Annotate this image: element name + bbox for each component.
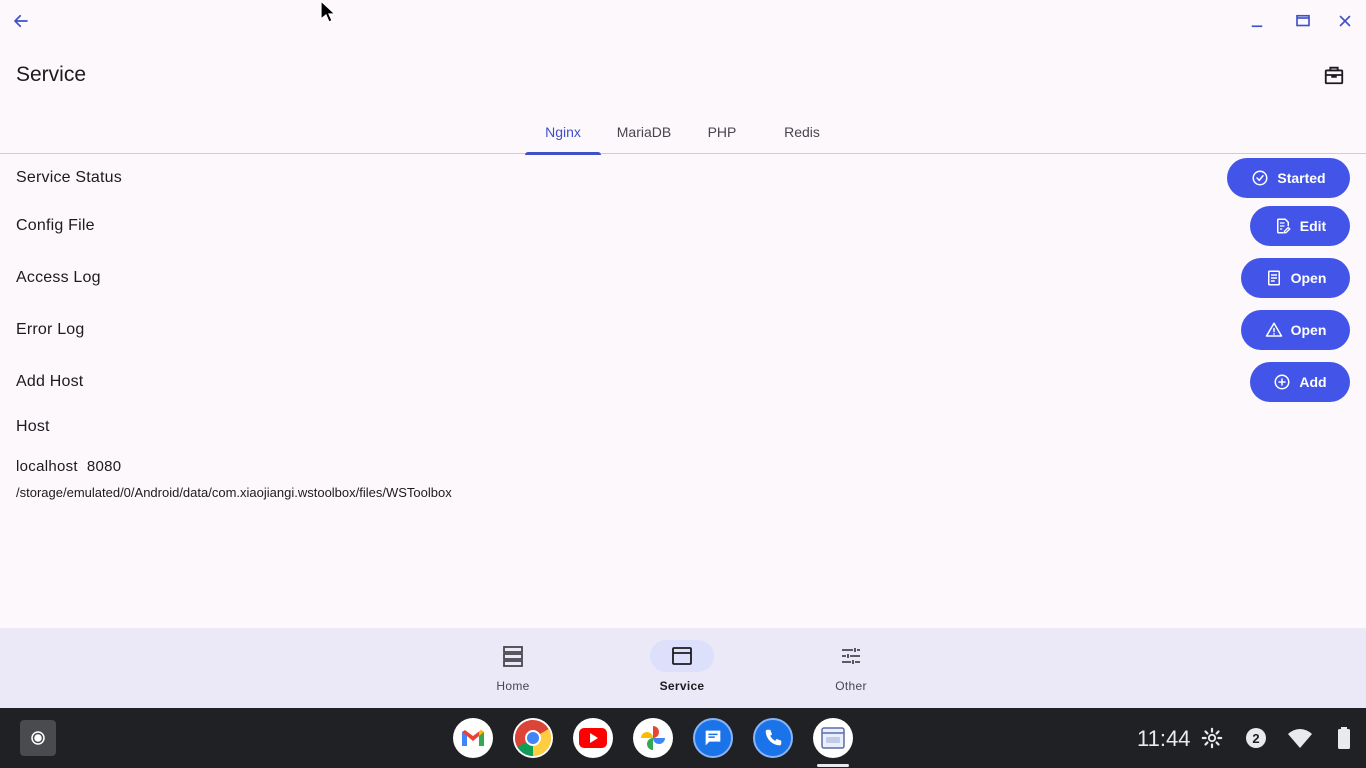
close-button[interactable] [1332,8,1358,34]
photos-icon [641,726,665,750]
gear-icon [1201,727,1223,749]
wifi-tray[interactable] [1288,726,1312,750]
tab-redis[interactable]: Redis [764,110,840,154]
settings-tray[interactable] [1200,726,1224,750]
chrome-icon [514,720,552,756]
battery-tray[interactable] [1332,726,1356,750]
access-log-label: Access Log [16,269,101,286]
nav-service[interactable]: Service [632,640,732,700]
notification-count-badge: 2 [1246,728,1266,748]
maximize-icon [1296,14,1310,27]
host-name: localhost [16,458,78,475]
gmail-app[interactable] [453,718,493,758]
tab-php[interactable]: PHP [684,110,760,154]
open-access-log-button[interactable]: Open [1241,258,1350,298]
check-circle-icon [1252,170,1268,186]
bottom-navigation: Home Service Other [0,628,1366,708]
arrow-left-icon [14,14,28,28]
phone-app[interactable] [753,718,793,758]
wifi-icon [1288,729,1312,748]
window-titlebar [0,0,1366,42]
active-app-indicator [817,764,849,767]
nav-home[interactable]: Home [463,640,563,700]
close-icon [1339,15,1351,27]
minimize-button[interactable] [1244,8,1270,34]
briefcase-icon [1324,66,1344,85]
page-title: Service [16,63,87,86]
system-shelf: 11:44 2 [0,708,1366,768]
youtube-app[interactable] [573,718,613,758]
launcher-icon [31,731,45,745]
edit-document-icon [1276,218,1291,234]
open-error-log-button-label: Open [1290,322,1327,338]
phone-icon [765,729,782,746]
battery-icon [1338,727,1350,749]
document-icon [1267,270,1280,286]
youtube-icon [579,728,607,748]
host-port: 8080 [86,458,122,475]
clock[interactable]: 11:44 [1137,726,1190,752]
edit-config-button[interactable]: Edit [1250,206,1350,246]
tab-nginx[interactable]: Nginx [525,110,601,155]
open-error-log-button[interactable]: Open [1241,310,1350,350]
wstoolbox-app[interactable] [813,718,853,758]
host-path: /storage/emulated/0/Android/data/com.xia… [16,485,452,500]
add-host-label: Add Host [16,373,84,390]
window-icon [672,647,692,665]
nav-other-indicator [819,640,883,672]
server-icon [503,646,523,667]
service-tabs: Nginx MariaDB PHP Redis [0,110,1366,155]
nav-other[interactable]: Other [801,640,901,700]
messages-app[interactable] [693,718,733,758]
chrome-app[interactable] [513,718,553,758]
launcher-button[interactable] [20,720,56,756]
minimize-icon [1251,25,1263,28]
host-item[interactable]: localhost 8080 [16,458,121,475]
notification-tray[interactable]: 2 [1244,726,1268,750]
service-status-button-label: Started [1277,170,1326,186]
nav-service-label: Service [659,679,705,693]
error-log-label: Error Log [16,321,85,338]
nav-service-indicator [650,640,714,672]
back-button[interactable] [8,8,34,34]
open-access-log-button-label: Open [1290,270,1327,286]
service-status-label: Service Status [16,169,122,186]
notification-count: 2 [1252,730,1260,746]
warning-icon [1265,322,1282,337]
edit-config-button-label: Edit [1299,218,1327,234]
nav-other-label: Other [835,679,867,693]
photos-app[interactable] [633,718,673,758]
plus-circle-icon [1274,374,1290,390]
messages-icon [705,730,721,746]
service-status-button[interactable]: Started [1227,158,1350,198]
tab-mariadb[interactable]: MariaDB [606,110,682,154]
nav-home-indicator [481,640,545,672]
host-heading: Host [16,418,50,435]
mouse-cursor-icon [320,0,337,29]
add-host-button[interactable]: Add [1250,362,1350,402]
maximize-button[interactable] [1290,8,1316,34]
add-host-button-label: Add [1299,374,1327,390]
config-file-label: Config File [16,217,95,234]
sliders-icon [842,648,860,664]
gmail-icon [462,730,484,746]
wstoolbox-icon [821,727,845,749]
nav-home-label: Home [496,679,530,693]
toolbox-button[interactable] [1321,62,1347,88]
